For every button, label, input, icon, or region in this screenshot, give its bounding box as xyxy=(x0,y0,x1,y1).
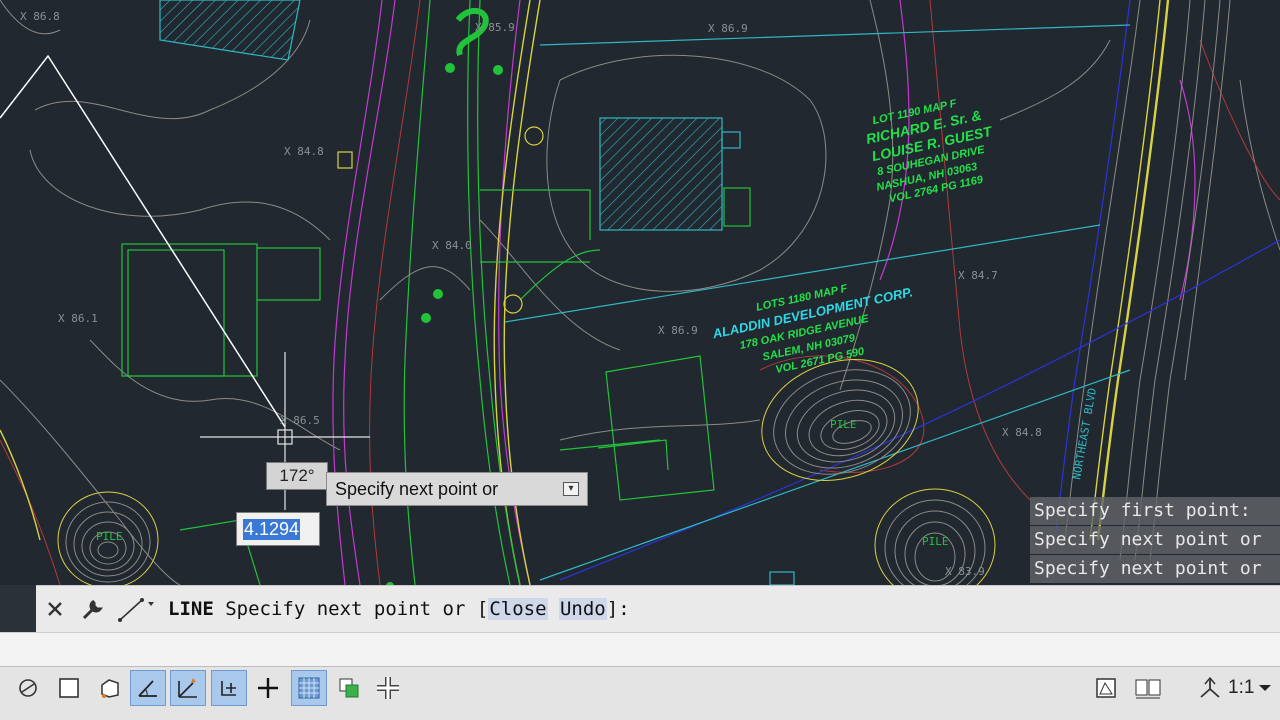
owner-label-aladdin: LOTS 1180 MAP F ALADDIN DEVELOPMENT CORP… xyxy=(710,283,914,376)
history-line: Specify next point or xyxy=(1030,555,1280,583)
command-line[interactable]: LINE Specify next point or [Close Undo]: xyxy=(36,585,1280,632)
spot-elevation: X 86.9 xyxy=(658,324,698,337)
annotation-scale-icon[interactable] xyxy=(1192,670,1228,706)
dynamic-prompt-tooltip: Specify next point or ▾ xyxy=(326,472,588,506)
layout-icon[interactable] xyxy=(1130,670,1166,706)
chevron-down-icon[interactable] xyxy=(1254,670,1276,706)
command-prompt: LINE Specify next point or [Close Undo]: xyxy=(168,598,630,620)
object-snap-icon[interactable] xyxy=(211,670,247,706)
close-icon[interactable] xyxy=(36,589,74,629)
command-history: Specify first point: Specify next point … xyxy=(1030,497,1280,584)
owner-label-guest: LOT 1190 MAP F RICHARD E. Sr. & LOUISE R… xyxy=(865,98,995,206)
spot-elevation: X 86.8 xyxy=(20,10,60,23)
polar-tracking-icon[interactable] xyxy=(130,670,166,706)
spot-elevation: X 84.8 xyxy=(284,145,324,158)
annotation-scale-label[interactable]: 1:1 xyxy=(1228,677,1254,699)
prompt-suffix: ]: xyxy=(606,598,630,620)
wrench-icon[interactable] xyxy=(74,589,112,629)
options-down-arrow-icon[interactable]: ▾ xyxy=(563,482,579,496)
crosshair-icon[interactable] xyxy=(250,670,286,706)
isometric-icon[interactable] xyxy=(92,670,128,706)
layout-tabs-strip xyxy=(0,632,1280,666)
gizmo-icon[interactable] xyxy=(370,670,406,706)
spot-elevation: X 84.0 xyxy=(432,239,472,252)
grid-display-icon[interactable] xyxy=(51,670,87,706)
command-line-grip[interactable] xyxy=(0,585,36,632)
blue-lines xyxy=(559,0,1280,581)
model-space-icon[interactable] xyxy=(1088,670,1124,706)
dynamic-angle-field: 172° xyxy=(266,462,328,490)
command-name: LINE xyxy=(168,598,214,620)
spot-elevation: X 84.7 xyxy=(958,269,998,282)
road-lines xyxy=(1064,0,1231,561)
spot-elevation: X 86.1 xyxy=(58,312,98,325)
transparency-icon[interactable] xyxy=(291,670,327,706)
dynamic-length-value[interactable]: 4.1294 xyxy=(243,518,301,540)
history-line: Specify next point or xyxy=(1030,526,1280,554)
pile-label: PILE xyxy=(922,535,949,548)
pile-label: PILE xyxy=(830,418,857,431)
rubber-band-line xyxy=(0,54,286,428)
road-label: NORTHEAST BLVD xyxy=(1070,387,1099,481)
pile-contours xyxy=(57,359,996,585)
prompt-text: Specify next point or [ xyxy=(225,598,489,620)
dynamic-length-input[interactable]: 4.1294 xyxy=(236,512,320,546)
spot-elevation: X 86.9 xyxy=(708,22,748,35)
snap-mode-icon[interactable] xyxy=(10,670,46,706)
spot-elevation: X 86.5 xyxy=(280,414,320,427)
history-line: Specify first point: xyxy=(1030,497,1280,525)
line-command-icon[interactable] xyxy=(112,589,160,629)
status-bar: 1:1 xyxy=(0,666,1280,720)
status-grip xyxy=(0,670,10,706)
object-snap-tracking-icon[interactable] xyxy=(170,670,206,706)
pile-label: PILE xyxy=(96,530,123,543)
dynamic-prompt-text: Specify next point or xyxy=(335,478,499,499)
spot-elevation: X 84.8 xyxy=(1002,426,1042,439)
spot-elevation: X 85.9 xyxy=(475,21,515,34)
option-undo[interactable]: Undo xyxy=(558,598,607,620)
yellow-symbols xyxy=(337,126,544,314)
option-close[interactable]: Close xyxy=(488,598,548,620)
selection-cycling-icon[interactable] xyxy=(331,670,367,706)
spot-elevation: X 83.9 xyxy=(945,565,985,578)
